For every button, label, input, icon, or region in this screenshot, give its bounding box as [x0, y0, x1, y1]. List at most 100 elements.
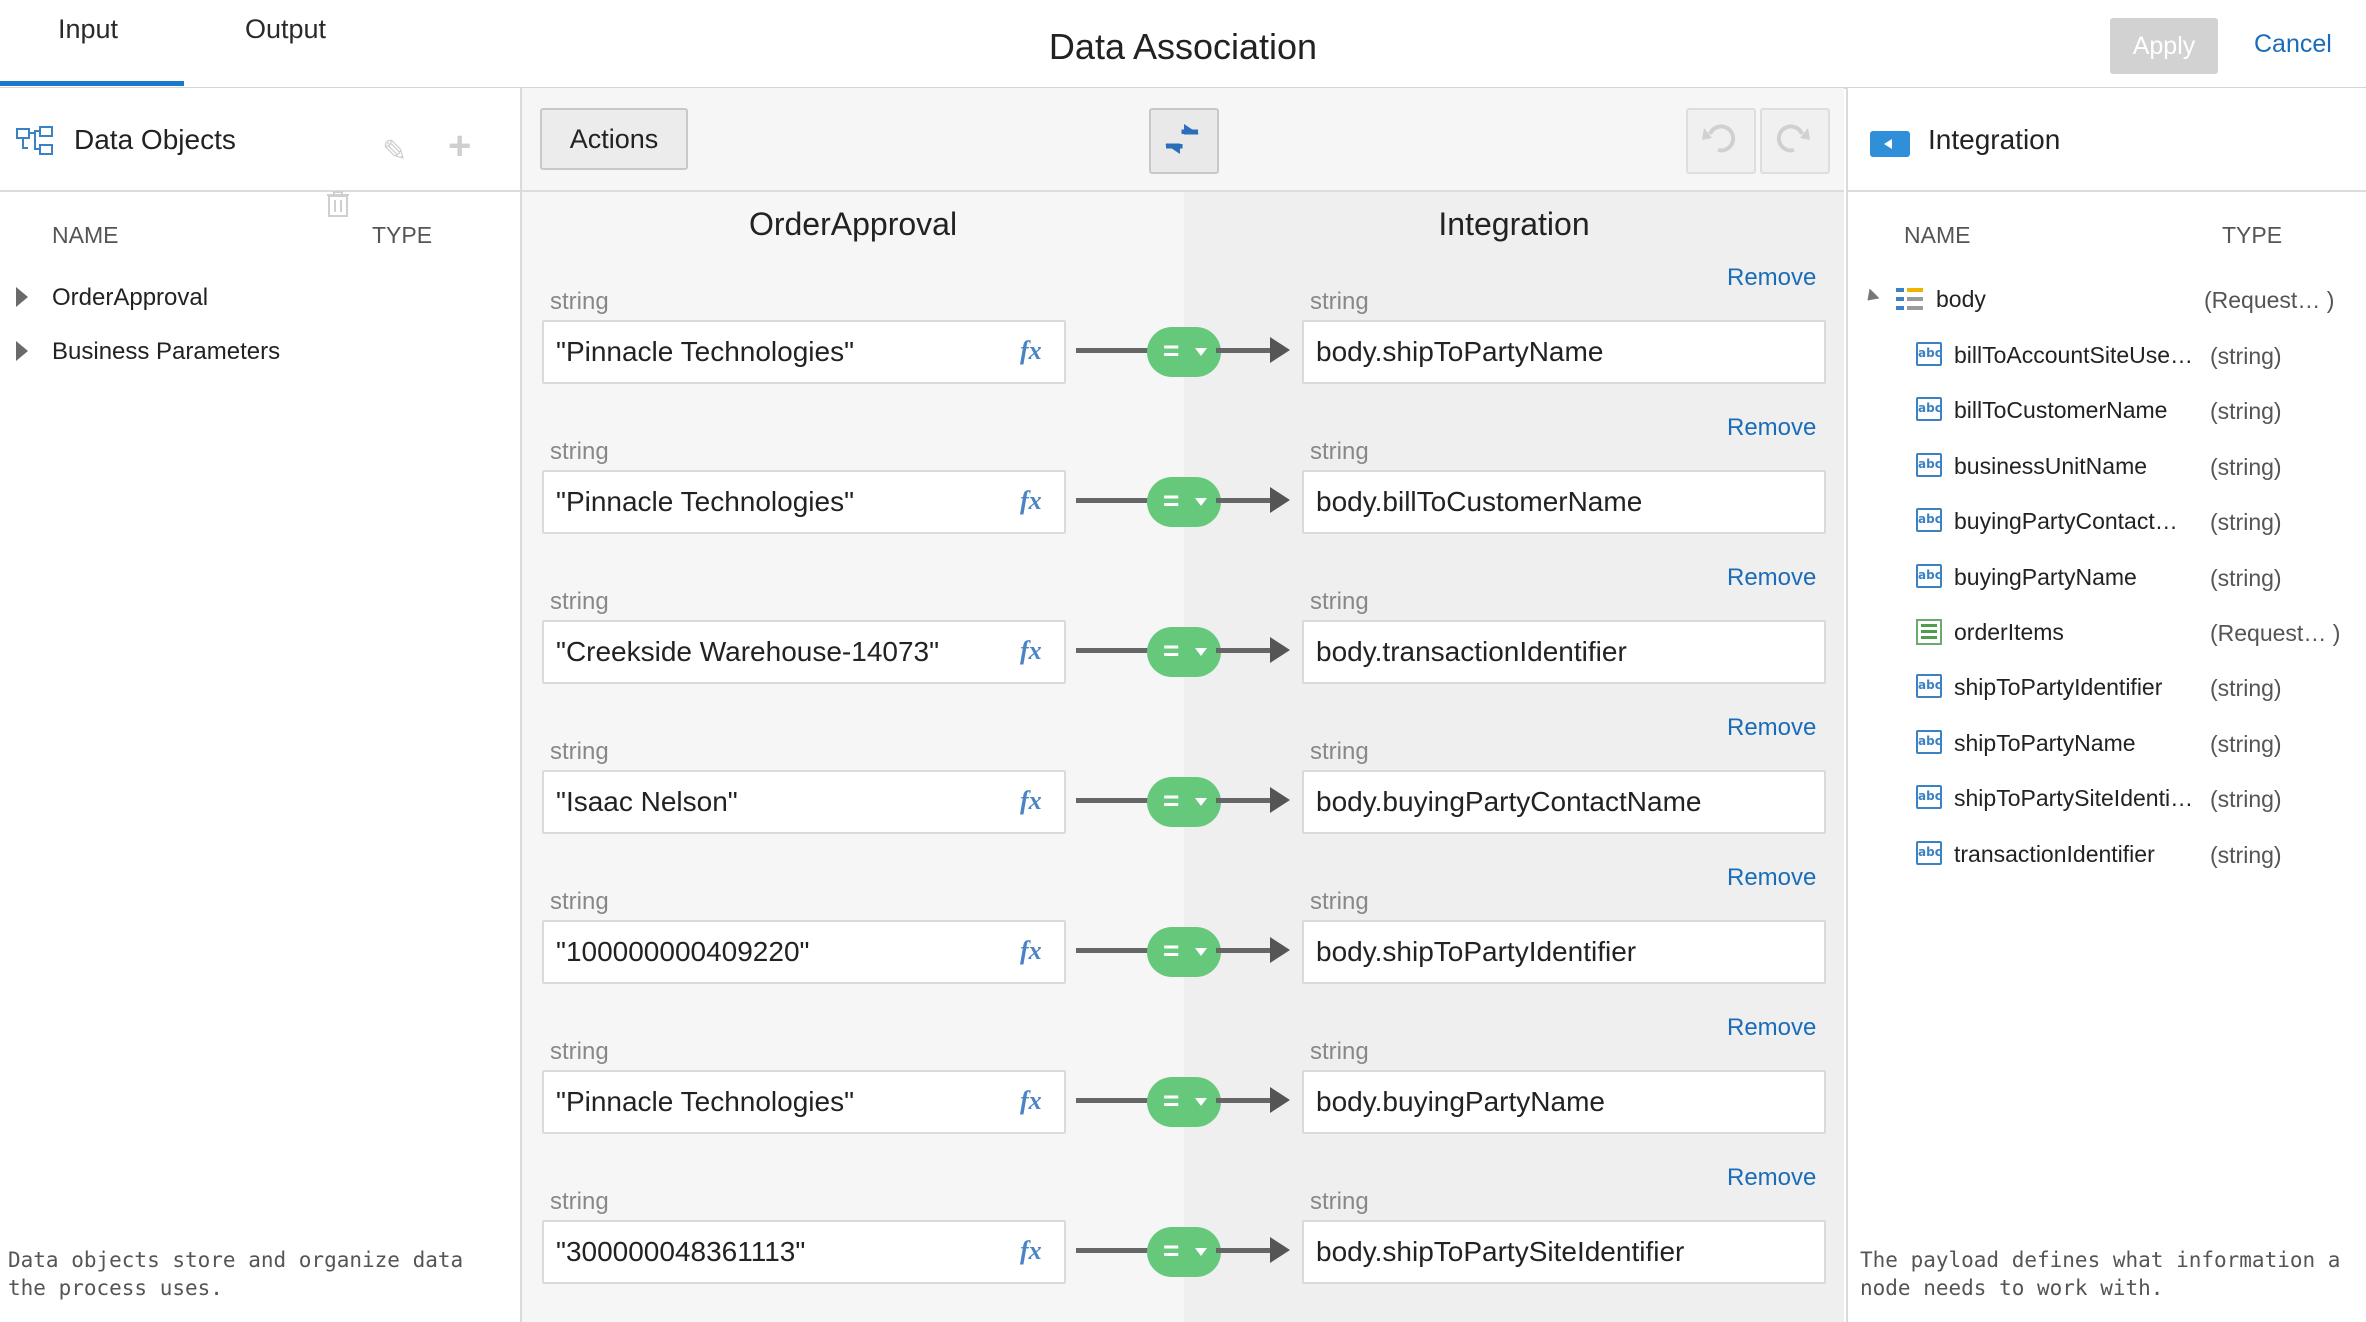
tree-item-field[interactable]: abc billToCustomerName (string) — [1848, 391, 2366, 431]
operator-dropdown[interactable]: = — [1147, 927, 1221, 977]
data-objects-icon — [16, 126, 53, 155]
source-expression-field[interactable]: "Pinnacle Technologies" fx — [542, 470, 1066, 534]
source-expression-value: "Pinnacle Technologies" — [556, 1086, 855, 1117]
source-expression-field[interactable]: "100000000409220" fx — [542, 920, 1066, 984]
connector-line — [1216, 798, 1276, 803]
chevron-down-icon — [1195, 1248, 1207, 1256]
source-expression-field[interactable]: "Pinnacle Technologies" fx — [542, 320, 1066, 384]
tree-item-field[interactable]: abc buyingPartyName (string) — [1848, 558, 2366, 598]
source-expression-field[interactable]: "Pinnacle Technologies" fx — [542, 1070, 1066, 1134]
connector-line — [1076, 648, 1148, 653]
target-field[interactable]: body.shipToPartySiteIdentifier — [1302, 1220, 1826, 1284]
tree-item-type: (string) — [2210, 730, 2282, 757]
connector-line — [1076, 1248, 1148, 1253]
target-type-label: string — [1310, 1188, 1369, 1215]
function-icon[interactable]: fx — [1020, 336, 1042, 366]
remove-link[interactable]: Remove — [1727, 714, 1816, 742]
top-bar: Input Output Data Association Apply Canc… — [0, 0, 2366, 89]
integration-panel: Integration NAME TYPE body (Request… ) a… — [1846, 88, 2366, 1322]
target-field[interactable]: body.buyingPartyContactName — [1302, 770, 1826, 834]
tree-item-field[interactable]: orderItems (Request… ) — [1848, 613, 2366, 653]
operator-dropdown[interactable]: = — [1147, 327, 1221, 377]
chevron-down-icon — [1195, 498, 1207, 506]
source-expression-value: "Isaac Nelson" — [556, 786, 738, 817]
function-icon[interactable]: fx — [1020, 936, 1042, 966]
string-type-icon: abc — [1916, 397, 1942, 422]
operator-dropdown[interactable]: = — [1147, 1077, 1221, 1127]
string-type-icon: abc — [1916, 674, 1942, 699]
remove-link[interactable]: Remove — [1727, 1164, 1816, 1192]
tree-item-field[interactable]: abc transactionIdentifier (string) — [1848, 835, 2366, 875]
connector-line — [1216, 1248, 1276, 1253]
edit-icon[interactable]: ✎ — [382, 134, 407, 169]
tree-item-body[interactable]: body (Request… ) — [1848, 280, 2366, 320]
target-field[interactable]: body.shipToPartyName — [1302, 320, 1826, 384]
tree-item-field[interactable]: abc shipToPartyIdentifier (string) — [1848, 668, 2366, 708]
chevron-down-icon — [1195, 648, 1207, 656]
source-expression-value: "100000000409220" — [556, 936, 810, 967]
tree-item-type: (Request… ) — [2210, 620, 2341, 646]
auto-map-button[interactable] — [1149, 108, 1219, 174]
tree-item-field[interactable]: abc billToAccountSiteUse… (string) — [1848, 336, 2366, 376]
target-field[interactable]: body.shipToPartyIdentifier — [1302, 920, 1826, 984]
delete-icon[interactable] — [326, 190, 350, 218]
tree-item-field[interactable]: abc businessUnitName (string) — [1848, 447, 2366, 487]
expand-icon[interactable] — [16, 287, 28, 307]
redo-button[interactable] — [1760, 108, 1830, 174]
collapse-icon[interactable] — [1862, 288, 1880, 306]
chevron-down-icon — [1195, 798, 1207, 806]
tree-item-order-approval[interactable]: OrderApproval — [16, 284, 208, 312]
mapping-row: Remove string string "Pinnacle Technologies… — [522, 264, 1844, 414]
tree-item-label: buyingPartyContact… — [1954, 508, 2178, 535]
tree-item-label: billToAccountSiteUse… — [1954, 342, 2194, 368]
chevron-down-icon — [1195, 948, 1207, 956]
operator-dropdown[interactable]: = — [1147, 627, 1221, 677]
cancel-button[interactable]: Cancel — [2254, 30, 2332, 59]
tree-item-field[interactable]: abc shipToPartySiteIdenti… (string) — [1848, 779, 2366, 819]
expand-icon[interactable] — [16, 341, 28, 361]
operator-dropdown[interactable]: = — [1147, 477, 1221, 527]
source-expression-field[interactable]: "Creekside Warehouse-14073" fx — [542, 620, 1066, 684]
target-field-value: body.buyingPartyName — [1316, 1086, 1605, 1117]
connector-line — [1076, 348, 1148, 353]
tree-item-field[interactable]: abc shipToPartyName (string) — [1848, 724, 2366, 764]
string-type-icon: abc — [1916, 729, 1942, 754]
arrow-head-icon — [1270, 637, 1290, 663]
operator-dropdown[interactable]: = — [1147, 1227, 1221, 1277]
add-icon[interactable]: + — [448, 126, 471, 166]
apply-button[interactable]: Apply — [2110, 18, 2218, 74]
undo-button[interactable] — [1686, 108, 1756, 174]
source-type-label: string — [550, 738, 609, 765]
connector-line — [1216, 948, 1276, 953]
target-field[interactable]: body.transactionIdentifier — [1302, 620, 1826, 684]
source-type-label: string — [550, 1188, 609, 1215]
tree-item-business-parameters[interactable]: Business Parameters — [16, 338, 280, 366]
mapping-row: Remove string string "Pinnacle Technologies… — [522, 1014, 1844, 1164]
source-expression-field[interactable]: "Isaac Nelson" fx — [542, 770, 1066, 834]
remove-link[interactable]: Remove — [1727, 1014, 1816, 1042]
operator-dropdown[interactable]: = — [1147, 777, 1221, 827]
function-icon[interactable]: fx — [1020, 1086, 1042, 1116]
target-field[interactable]: body.buyingPartyName — [1302, 1070, 1826, 1134]
tree-item-field[interactable]: abc buyingPartyContact… (string) — [1848, 502, 2366, 542]
tree-item-type: (string) — [2210, 675, 2282, 702]
undo-icon — [1702, 124, 1736, 153]
function-icon[interactable]: fx — [1020, 1236, 1042, 1266]
tree-item-label: Business Parameters — [52, 338, 281, 365]
remove-link[interactable]: Remove — [1727, 414, 1816, 442]
target-field-value: body.shipToPartyIdentifier — [1316, 936, 1637, 967]
target-field[interactable]: body.billToCustomerName — [1302, 470, 1826, 534]
payload-help-text: The payload defines what information a n… — [1860, 1248, 2341, 1300]
remove-link[interactable]: Remove — [1727, 564, 1816, 592]
remove-link[interactable]: Remove — [1727, 264, 1816, 292]
source-expression-field[interactable]: "300000048361113" fx — [542, 1220, 1066, 1284]
function-icon[interactable]: fx — [1020, 786, 1042, 816]
function-icon[interactable]: fx — [1020, 486, 1042, 516]
remove-link[interactable]: Remove — [1727, 864, 1816, 892]
target-type-label: string — [1310, 438, 1369, 465]
actions-button[interactable]: Actions — [540, 108, 688, 170]
function-icon[interactable]: fx — [1020, 636, 1042, 666]
mapping-panel: Actions OrderApproval Integration Remove… — [522, 88, 1844, 1322]
string-type-icon: abc — [1916, 563, 1942, 588]
target-field-value: body.shipToPartyName — [1316, 336, 1604, 367]
